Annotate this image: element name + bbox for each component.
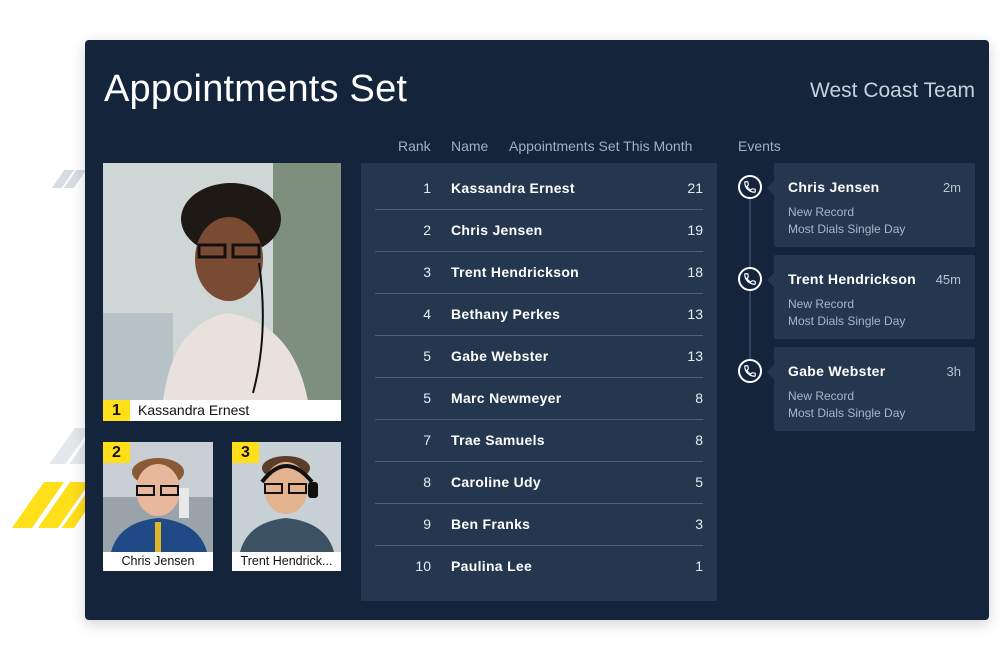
row-rank: 4 <box>423 306 431 322</box>
event-time: 3h <box>946 364 961 379</box>
event-line2: Most Dials Single Day <box>788 406 906 420</box>
stage: Appointments Set West Coast Team 1 Kassa… <box>0 0 1000 660</box>
table-row[interactable]: 4 Bethany Perkes 13 <box>375 294 703 336</box>
event-time: 2m <box>942 180 961 195</box>
column-header-rank: Rank <box>398 138 431 154</box>
row-rank: 3 <box>423 264 431 280</box>
column-header-name: Name <box>451 138 489 154</box>
event-time: 45m <box>935 272 961 287</box>
team-name: West Coast Team <box>810 79 975 102</box>
row-name: Bethany Perkes <box>451 306 561 322</box>
second-place-name: Chris Jensen <box>103 552 213 571</box>
events-header: Events <box>738 138 781 154</box>
table-row[interactable]: 2 Chris Jensen 19 <box>375 210 703 252</box>
row-name: Trae Samuels <box>451 432 545 448</box>
table-row[interactable]: 9 Ben Franks 3 <box>375 504 703 546</box>
row-value: 13 <box>687 348 703 364</box>
event-line2: Most Dials Single Day <box>788 314 906 328</box>
row-value: 8 <box>695 390 703 406</box>
row-rank: 2 <box>423 222 431 238</box>
column-header-appointments: Appointments Set This Month <box>509 138 693 154</box>
row-rank: 5 <box>423 348 431 364</box>
leaderboard-table: 1 Kassandra Ernest 21 2 Chris Jensen 1 9 … <box>361 163 717 601</box>
table-row[interactable]: 5 Gabe Webster 13 <box>375 336 703 378</box>
row-rank: 5 <box>423 390 431 406</box>
second-place-rank-badge: 2 <box>103 442 130 463</box>
row-value: 21 <box>687 180 703 196</box>
event-line2: Most Dials Single Day <box>788 222 906 236</box>
first-place-caption: 1 Kassandra Ernest <box>103 400 341 421</box>
first-place-rank-badge: 1 <box>103 400 130 421</box>
row-rank: 7 <box>423 432 431 448</box>
row-value: 3 <box>695 516 703 532</box>
row-name: Paulina Lee <box>451 558 533 574</box>
row-rank: 10 <box>415 558 431 574</box>
third-place-rank-badge: 3 <box>232 442 259 463</box>
event-card[interactable]: Trent Hendrickson 45m New Record Most Di… <box>767 255 975 339</box>
event-name: Trent Hendrickson <box>788 271 917 287</box>
event-name: Chris Jensen <box>788 179 880 195</box>
first-place-name: Kassandra Ernest <box>138 402 250 418</box>
row-value: 13 <box>687 306 703 322</box>
row-rank: 1 <box>423 180 431 196</box>
row-value: 18 <box>687 264 703 280</box>
event-line1: New Record <box>788 389 855 403</box>
event-name: Gabe Webster <box>788 363 886 379</box>
event-card[interactable]: Gabe Webster 3h New Record Most Dials Si… <box>767 347 975 431</box>
row-name: Gabe Webster <box>451 348 549 364</box>
row-value: 1 <box>695 558 703 574</box>
row-value: 8 <box>695 432 703 448</box>
event-card[interactable]: Chris Jensen 2m New Record Most Dials Si… <box>767 163 975 247</box>
row-rank: 9 <box>423 516 431 532</box>
phone-icon <box>738 267 762 291</box>
first-place-avatar-image <box>103 163 341 401</box>
page-title: Appointments Set <box>104 68 408 110</box>
phone-icon <box>738 175 762 199</box>
row-value: 19 <box>687 222 703 238</box>
table-row[interactable]: 1 Kassandra Ernest 21 <box>375 168 703 210</box>
leaderboard-panel: Appointments Set West Coast Team 1 Kassa… <box>85 40 989 620</box>
phone-icon <box>738 359 762 383</box>
row-name: Trent Hendrickson <box>451 264 580 280</box>
table-row[interactable]: 8 Caroline Udy 5 <box>375 462 703 504</box>
row-value: 5 <box>695 474 703 490</box>
table-row[interactable]: 3 Trent Hendrickson 18 <box>375 252 703 294</box>
row-rank: 8 <box>423 474 431 490</box>
row-name: Ben Franks <box>451 516 531 532</box>
event-line1: New Record <box>788 297 855 311</box>
row-name: Caroline Udy <box>451 474 541 490</box>
row-name: Marc Newmeyer <box>451 390 562 406</box>
third-place-name: Trent Hendrick... <box>232 552 341 571</box>
table-row[interactable]: 10 Paulina Lee 1 <box>375 546 703 588</box>
event-line1: New Record <box>788 205 855 219</box>
first-place-photo <box>103 163 341 401</box>
table-row[interactable]: 7 Trae Samuels 8 <box>375 420 703 462</box>
table-row[interactable]: 5 Marc Newmeyer 8 <box>375 378 703 420</box>
row-name: Kassandra Ernest <box>451 180 575 196</box>
row-name: Chris Jensen <box>451 222 543 238</box>
